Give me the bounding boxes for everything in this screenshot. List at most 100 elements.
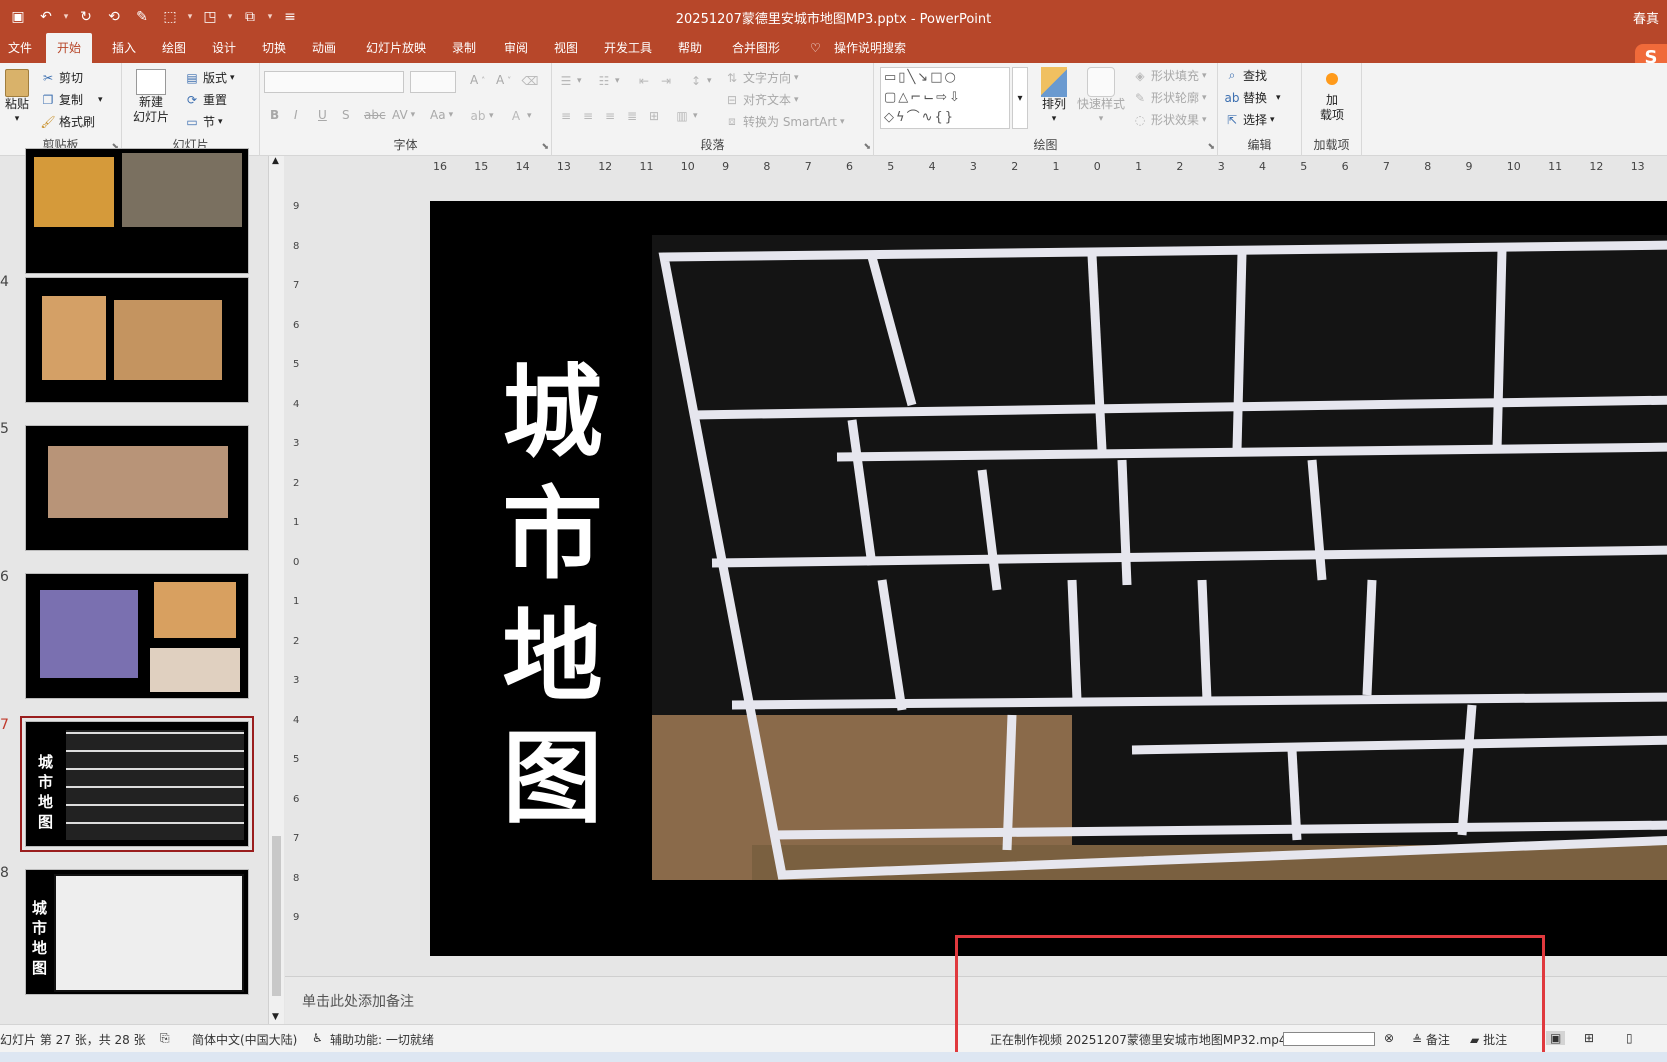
tab-slideshow[interactable]: 幻灯片放映: [362, 33, 430, 63]
shape-effects-button[interactable]: ◌ 形状效果 ▾: [1132, 111, 1207, 128]
redo-icon[interactable]: ↻: [74, 6, 98, 28]
numbering-button[interactable]: ☷ ▾: [596, 73, 620, 89]
slide-photo[interactable]: [652, 235, 1667, 880]
slide-thumbnail[interactable]: [25, 277, 249, 403]
slide-thumbnail[interactable]: [25, 148, 249, 274]
elbow-shape-icon[interactable]: ⌙: [923, 90, 936, 105]
tab-transitions[interactable]: 切换: [258, 33, 290, 63]
strikethrough-button[interactable]: abc: [364, 108, 386, 122]
tab-draw[interactable]: 绘图: [158, 33, 190, 63]
rounded-rect-shape-icon[interactable]: ▢: [884, 90, 898, 105]
notes-button[interactable]: ≜ 备注: [1412, 1031, 1450, 1048]
tab-review[interactable]: 审阅: [500, 33, 532, 63]
spelling-icon[interactable]: ⎘: [160, 1031, 170, 1046]
slide-thumbnail[interactable]: [25, 425, 249, 551]
shapes-gallery[interactable]: ▭▯╲↘□○ ▢△⌐⌙⇨⇩ ◇ϟ⌒∿{}: [880, 67, 1010, 129]
select-icon[interactable]: ⬚: [158, 6, 182, 28]
new-slide-button[interactable]: 新建 幻灯片: [128, 69, 174, 125]
shape-outline-button[interactable]: ✎ 形状轮廓 ▾: [1132, 89, 1207, 106]
freeform-shape-icon[interactable]: ◇: [884, 110, 896, 125]
dialog-launcher-icon[interactable]: ⬊: [863, 142, 871, 152]
distribute-button[interactable]: ⊞: [646, 108, 662, 124]
tab-view[interactable]: 视图: [550, 33, 582, 63]
customize-icon[interactable]: ≡: [278, 6, 302, 28]
dialog-launcher-icon[interactable]: ⬊: [1207, 142, 1215, 152]
bold-button[interactable]: B: [270, 108, 279, 122]
accessibility-icon[interactable]: ♿: [312, 1031, 323, 1045]
shapes-gallery-more-icon[interactable]: ▾: [1012, 67, 1028, 129]
scroll-thumb[interactable]: [272, 836, 281, 996]
normal-view-icon[interactable]: ▣: [1546, 1031, 1566, 1045]
start-from-beginning-icon[interactable]: ⟲: [102, 6, 126, 28]
shadow-button[interactable]: S: [342, 108, 350, 122]
scroll-up-icon[interactable]: ▲: [272, 156, 279, 166]
reset-button[interactable]: ⟳ 重置: [184, 91, 227, 108]
tab-animations[interactable]: 动画: [308, 33, 340, 63]
align-text-button[interactable]: ⊟ 对齐文本 ▾: [724, 91, 799, 108]
language-status[interactable]: 简体中文(中国大陆): [192, 1031, 297, 1048]
arc-shape-icon[interactable]: ⌒: [907, 110, 922, 125]
addins-button[interactable]: 加 载项: [1312, 69, 1352, 123]
quick-styles-button[interactable]: 快速样式 ▾: [1076, 67, 1126, 127]
select-dropdown-icon[interactable]: ▾: [186, 12, 194, 22]
convert-smartart-button[interactable]: ⧈ 转换为 SmartArt ▾: [724, 113, 844, 130]
user-name[interactable]: 春真: [1633, 8, 1659, 27]
slide-title[interactable]: 城 市 地 图: [485, 351, 620, 839]
undo-icon[interactable]: ↶: [34, 6, 58, 28]
tab-merge-shapes[interactable]: 合并图形: [728, 33, 784, 63]
copy-button[interactable]: ❐ 复制 ▾: [40, 91, 103, 108]
connector-shape-icon[interactable]: ⌐: [910, 90, 923, 105]
slide-count-status[interactable]: 幻灯片 第 27 张，共 28 张: [0, 1031, 146, 1048]
slide-thumbnail[interactable]: 城市地图: [25, 869, 249, 995]
dialog-launcher-icon[interactable]: ⬊: [541, 142, 549, 152]
arrange-icon[interactable]: ⧉: [238, 6, 262, 28]
slide-sorter-view-icon[interactable]: ⊞: [1584, 1031, 1594, 1045]
brace-right-shape-icon[interactable]: }: [945, 110, 955, 125]
oval-shape-icon[interactable]: ○: [944, 70, 957, 85]
grow-font-button[interactable]: A ˄: [470, 73, 485, 87]
tab-design[interactable]: 设计: [208, 33, 240, 63]
shrink-font-button[interactable]: A ˅: [496, 73, 511, 87]
right-arrow-shape-icon[interactable]: ⇨: [936, 90, 949, 105]
section-button[interactable]: ▭ 节 ▾: [184, 113, 222, 130]
tab-help[interactable]: 帮助: [674, 33, 706, 63]
accessibility-status[interactable]: 辅助功能: 一切就绪: [330, 1031, 434, 1048]
lightning-shape-icon[interactable]: ϟ: [896, 110, 907, 125]
save-icon[interactable]: ▣: [6, 6, 30, 28]
line-shape-icon[interactable]: ╲: [907, 70, 917, 85]
bullets-button[interactable]: ☰ ▾: [558, 73, 582, 89]
decrease-indent-button[interactable]: ⇤: [636, 73, 652, 89]
italic-button[interactable]: I: [294, 108, 298, 122]
scroll-down-icon[interactable]: ▼: [272, 1012, 279, 1022]
increase-indent-button[interactable]: ⇥: [658, 73, 674, 89]
rectangle-shape-icon[interactable]: □: [930, 70, 944, 85]
tab-insert[interactable]: 插入: [108, 33, 140, 63]
slide-thumbnail-selected[interactable]: 城市地图: [20, 716, 254, 852]
underline-button[interactable]: U: [318, 108, 327, 122]
align-left-button[interactable]: ≡: [558, 108, 574, 124]
thumbnail-scrollbar[interactable]: ▲ ▼: [268, 156, 284, 1024]
line-spacing-button[interactable]: ↕ ▾: [688, 73, 712, 89]
arrange-dropdown-icon[interactable]: ▾: [266, 12, 274, 22]
cut-button[interactable]: ✂ 剪切: [40, 69, 83, 86]
tab-developer[interactable]: 开发工具: [600, 33, 656, 63]
change-case-button[interactable]: Aa ▾: [430, 108, 453, 122]
columns-button[interactable]: ▥ ▾: [674, 108, 697, 124]
tab-record[interactable]: 录制: [448, 33, 480, 63]
notes-pane[interactable]: 单击此处添加备注: [285, 976, 1667, 1024]
arrange-button[interactable]: 排列 ▾: [1034, 67, 1074, 127]
layout-button[interactable]: ▤ 版式 ▾: [184, 69, 234, 86]
comments-button[interactable]: ▰ 批注: [1470, 1031, 1507, 1048]
text-direction-button[interactable]: ⇅ 文字方向 ▾: [724, 69, 799, 86]
notes-placeholder[interactable]: 单击此处添加备注: [302, 991, 414, 1011]
curve-shape-icon[interactable]: ∿: [922, 110, 935, 125]
font-size-combo[interactable]: [410, 71, 456, 93]
find-button[interactable]: ⌕ 查找: [1224, 67, 1267, 84]
align-right-button[interactable]: ≡: [602, 108, 618, 124]
clear-formatting-button[interactable]: ⌫: [522, 73, 539, 89]
ink-icon[interactable]: ✎: [130, 6, 154, 28]
shape-fill-button[interactable]: ◈ 形状填充 ▾: [1132, 67, 1206, 84]
paste-button[interactable]: 粘贴 ▾: [2, 69, 32, 127]
tab-home[interactable]: 开始: [46, 33, 92, 63]
undo-dropdown-icon[interactable]: ▾: [62, 12, 70, 22]
